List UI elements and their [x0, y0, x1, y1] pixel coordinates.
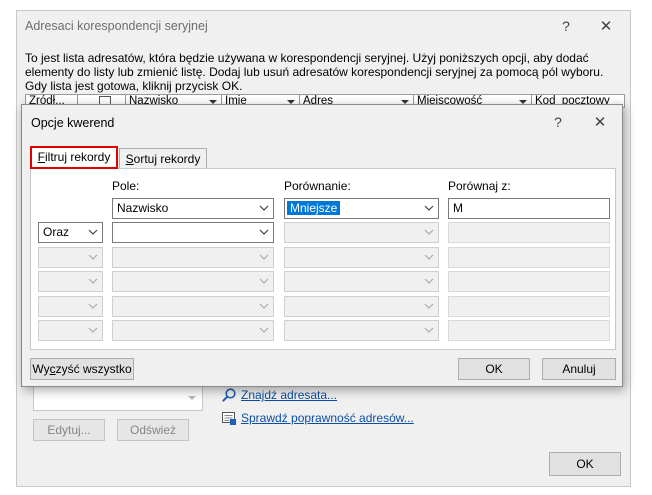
cancel-button[interactable]: Anuluj: [542, 358, 616, 380]
chevron-down-icon[interactable]: [420, 321, 438, 340]
comparison-select: [284, 296, 439, 317]
chevron-down-icon[interactable]: [255, 199, 273, 218]
field-select[interactable]: [112, 222, 274, 243]
field-select: [112, 320, 274, 341]
tab-sort-records[interactable]: Sortuj rekordy: [119, 148, 207, 169]
conjunction-select[interactable]: Oraz: [38, 222, 103, 243]
conjunction-value: Oraz: [43, 225, 70, 239]
data-source-list: [33, 385, 203, 411]
outer-help-button[interactable]: ?: [556, 18, 576, 34]
compare-to-input: [448, 296, 610, 317]
chevron-down-icon[interactable]: [84, 223, 102, 242]
compare-to-input: [448, 320, 610, 341]
field-select[interactable]: Nazwisko: [112, 198, 274, 219]
chevron-down-icon[interactable]: [420, 223, 438, 242]
chevron-down-icon: [188, 396, 196, 400]
conjunction-select: [38, 247, 103, 268]
comparison-select: [284, 320, 439, 341]
conjunction-select: [38, 271, 103, 292]
compare-to-input: [448, 222, 610, 243]
chevron-down-icon[interactable]: [420, 199, 438, 218]
field-select: [112, 296, 274, 317]
close-icon[interactable]: ✕: [590, 113, 610, 131]
tab-label: iltruj rekordy: [44, 150, 111, 164]
filter-panel: Pole: Porównanie: Porównaj z: Nazwisko Mn…: [30, 168, 616, 350]
outer-description: To jest lista adresatów, która będzie uż…: [25, 51, 604, 93]
ok-button[interactable]: OK: [458, 358, 530, 380]
field-column-header: Pole:: [112, 179, 140, 193]
search-icon: [222, 388, 236, 402]
conjunction-select: [38, 296, 103, 317]
query-options-dialog: Opcje kwerend ? ✕ Sortuj rekordy Filtruj…: [21, 104, 623, 387]
comparison-select: [284, 222, 439, 243]
chevron-down-icon[interactable]: [84, 248, 102, 267]
comparison-select: [284, 247, 439, 268]
find-recipient-link[interactable]: Znajdź adresata...: [241, 388, 337, 402]
dialog-title: Opcje kwerend: [31, 116, 115, 130]
button-label-prefix: Wy: [32, 362, 50, 376]
button-label: zyść wszystko: [55, 362, 132, 376]
validate-addresses-link[interactable]: Sprawdź poprawność adresów...: [241, 411, 414, 425]
tab-label: ortuj rekordy: [133, 152, 201, 166]
tab-accelerator: F: [37, 150, 45, 164]
chevron-down-icon[interactable]: [255, 272, 273, 291]
compare-to-input: [448, 271, 610, 292]
chevron-down-icon[interactable]: [420, 248, 438, 267]
help-button[interactable]: ?: [548, 114, 568, 130]
comparison-select: [284, 271, 439, 292]
field-select: [112, 271, 274, 292]
clear-all-button[interactable]: Wyczyść wszystko: [30, 358, 134, 380]
compare-to-value: M: [453, 201, 463, 215]
chevron-down-icon[interactable]: [84, 297, 102, 316]
field-value: Nazwisko: [117, 201, 169, 215]
outer-close-icon[interactable]: ✕: [596, 17, 616, 35]
comparison-value: Mniejsze: [285, 200, 342, 216]
outer-dialog-title: Adresaci korespondencji seryjnej: [25, 19, 208, 33]
chevron-down-icon[interactable]: [84, 272, 102, 291]
field-select: [112, 247, 274, 268]
edit-button[interactable]: Edytuj...: [33, 419, 105, 441]
tab-filter-records[interactable]: Filtruj rekordy: [30, 146, 118, 169]
comparison-column-header: Porównanie:: [284, 179, 351, 193]
chevron-down-icon[interactable]: [255, 248, 273, 267]
chevron-down-icon[interactable]: [255, 223, 273, 242]
chevron-down-icon[interactable]: [420, 272, 438, 291]
comparison-select[interactable]: Mniejsze: [284, 198, 439, 219]
validate-addresses-icon: [222, 412, 236, 425]
chevron-down-icon[interactable]: [420, 297, 438, 316]
tab-accelerator: S: [125, 152, 134, 166]
compare-to-column-header: Porównaj z:: [448, 179, 511, 193]
chevron-down-icon[interactable]: [255, 297, 273, 316]
compare-to-input[interactable]: M: [448, 198, 610, 219]
conjunction-select: [38, 320, 103, 341]
chevron-down-icon[interactable]: [255, 321, 273, 340]
chevron-down-icon[interactable]: [84, 321, 102, 340]
compare-to-input: [448, 247, 610, 268]
outer-ok-button[interactable]: OK: [549, 452, 621, 476]
refresh-button[interactable]: Odśwież: [117, 419, 189, 441]
